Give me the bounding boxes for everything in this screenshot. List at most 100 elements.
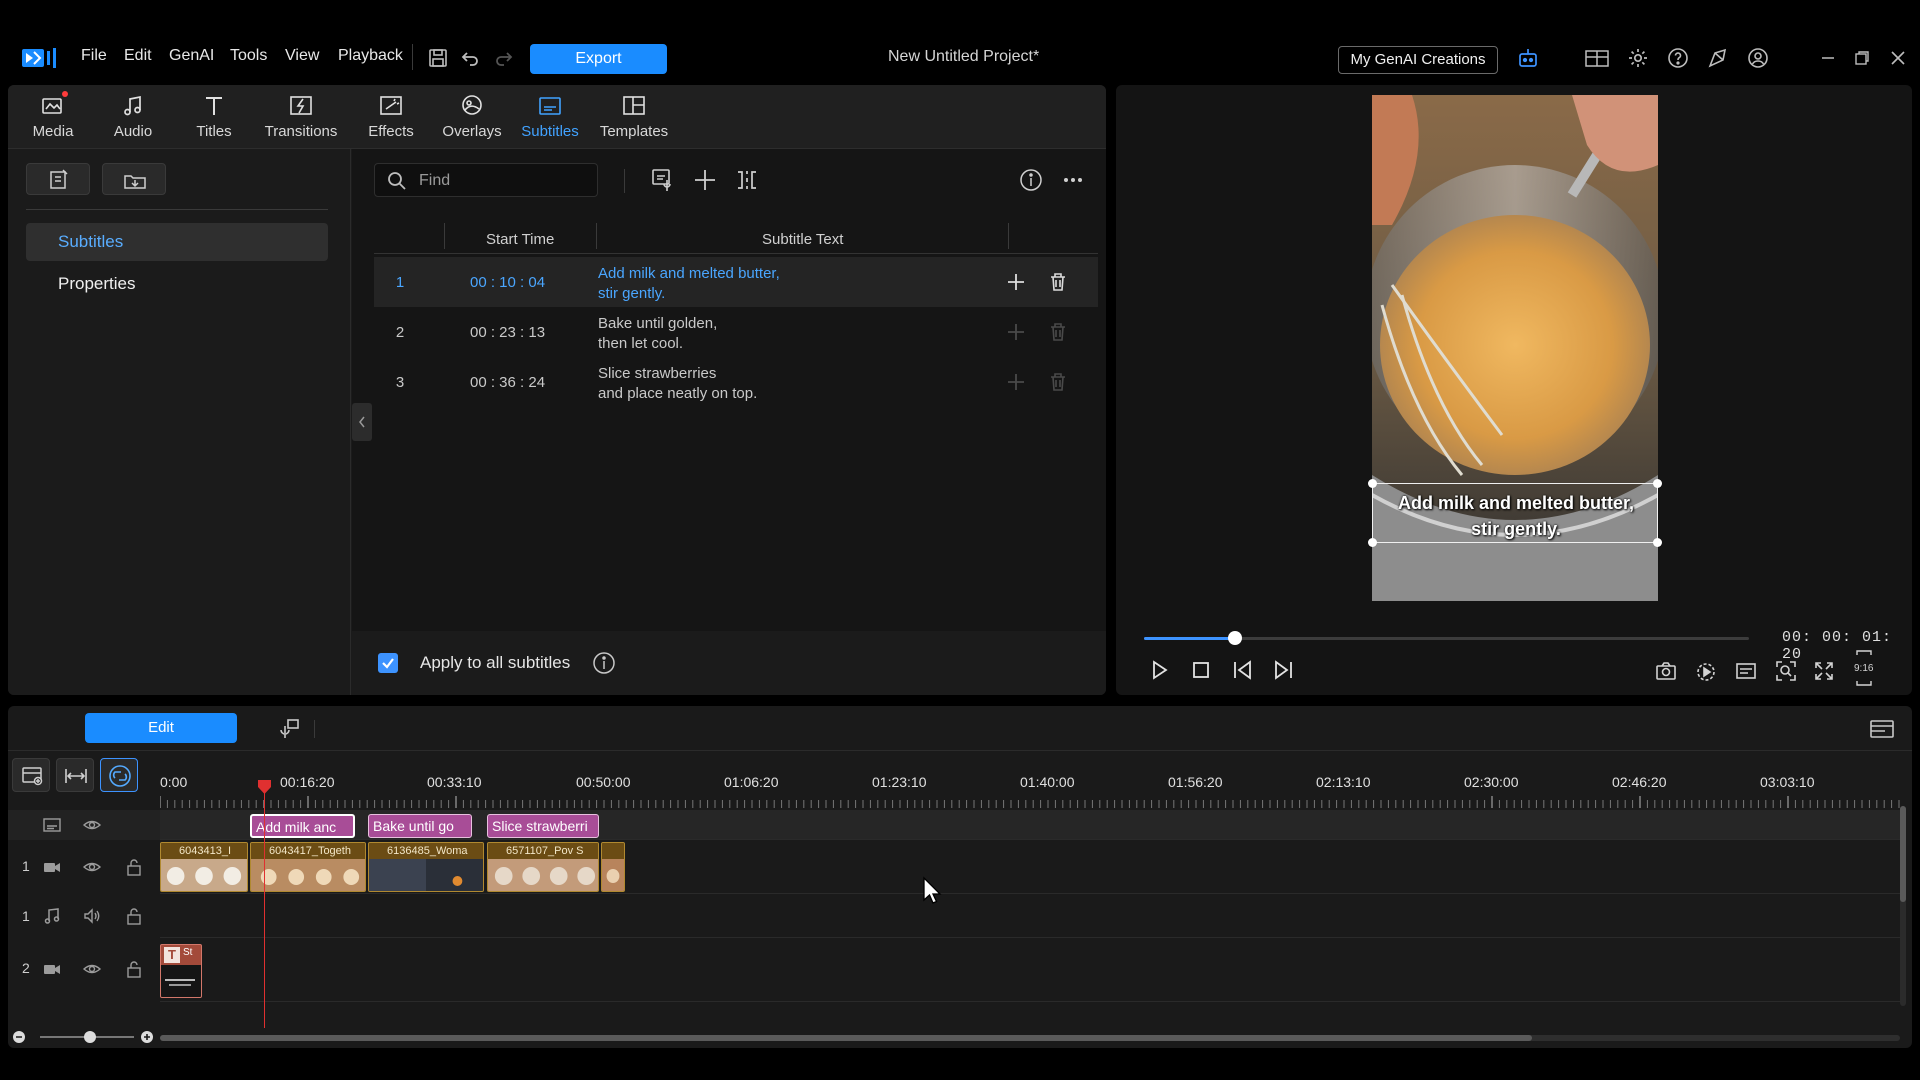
subtitle-row[interactable]: 3 00 : 36 : 24 Slice strawberries and pl…	[374, 357, 1098, 407]
aspect-ratio-icon[interactable]: 9:16	[1852, 649, 1876, 687]
help-icon[interactable]	[1666, 46, 1690, 70]
tab-overlays[interactable]: Overlays	[434, 93, 510, 145]
subtitle-overlay-box[interactable]: Add milk and melted butter, stir gently.	[1372, 483, 1658, 543]
previous-frame-icon[interactable]	[1230, 657, 1256, 683]
fit-timeline-button[interactable]	[56, 758, 94, 792]
row-subtitle-text[interactable]: Add milk and melted butter, stir gently.	[598, 264, 780, 304]
stop-icon[interactable]	[1188, 657, 1214, 683]
resize-handle[interactable]	[1368, 538, 1377, 547]
menu-file[interactable]: File	[81, 47, 107, 65]
play-icon[interactable]	[1146, 657, 1172, 683]
account-icon[interactable]	[1746, 46, 1770, 70]
menu-edit[interactable]: Edit	[124, 47, 152, 65]
zoom-fit-icon[interactable]	[1774, 659, 1798, 683]
playhead-marker[interactable]	[258, 780, 271, 794]
subtitle-row[interactable]: 2 00 : 23 : 13 Bake until golden, then l…	[374, 307, 1098, 357]
preview-quality-icon[interactable]	[1694, 659, 1718, 683]
audio-track-1[interactable]	[160, 894, 1900, 938]
subtitle-clip[interactable]: Add milk anc	[250, 814, 355, 838]
voiceover-icon[interactable]	[276, 716, 302, 742]
resize-handle[interactable]	[1368, 479, 1377, 488]
video-clip[interactable]: 6043417_Togeth	[250, 842, 366, 892]
tab-templates[interactable]: Templates	[594, 93, 674, 145]
apply-all-checkbox[interactable]	[378, 653, 398, 673]
timeline-settings-icon[interactable]	[1868, 716, 1896, 742]
tab-effects[interactable]: Effects	[356, 93, 426, 145]
next-frame-icon[interactable]	[1270, 657, 1296, 683]
edit-mode-button[interactable]: Edit	[85, 713, 237, 743]
row-start-time[interactable]: 00 : 10 : 04	[470, 274, 545, 291]
subtitle-row[interactable]: 1 00 : 10 : 04 Add milk and melted butte…	[374, 257, 1098, 307]
track-manager-button[interactable]	[12, 758, 50, 792]
magnetic-link-button[interactable]	[100, 758, 138, 792]
fullscreen-icon[interactable]	[1812, 659, 1836, 683]
info-icon[interactable]	[592, 651, 616, 675]
snapshot-camera-icon[interactable]	[1654, 659, 1678, 683]
column-header-start-time[interactable]: Start Time	[486, 231, 554, 248]
resize-handle[interactable]	[1653, 538, 1662, 547]
ai-assistant-icon[interactable]	[1516, 46, 1540, 70]
save-icon[interactable]	[426, 46, 450, 70]
preview-scrubber[interactable]	[1144, 631, 1749, 645]
zoom-in-icon[interactable]	[140, 1030, 154, 1044]
my-genai-creations-button[interactable]: My GenAI Creations	[1338, 46, 1498, 74]
column-header-subtitle-text[interactable]: Subtitle Text	[762, 231, 843, 248]
add-icon[interactable]	[1004, 320, 1028, 344]
feedback-icon[interactable]	[1706, 46, 1730, 70]
row-subtitle-text[interactable]: Slice strawberries and place neatly on t…	[598, 364, 757, 404]
speaker-icon[interactable]	[82, 906, 102, 926]
trash-icon[interactable]	[1046, 320, 1070, 344]
layout-icon[interactable]	[1584, 46, 1609, 70]
nav-properties[interactable]: Properties	[26, 265, 328, 303]
tab-media[interactable]: Media	[18, 91, 88, 145]
undo-icon[interactable]	[458, 46, 482, 70]
export-button[interactable]: Export	[530, 44, 667, 74]
find-box[interactable]	[374, 163, 598, 197]
zoom-slider-knob[interactable]	[84, 1031, 96, 1043]
row-start-time[interactable]: 00 : 36 : 24	[470, 374, 545, 391]
eye-icon[interactable]	[82, 959, 102, 979]
export-subtitle-button[interactable]	[102, 163, 166, 195]
timeline-ruler[interactable]	[160, 796, 1900, 808]
menu-view[interactable]: View	[285, 47, 319, 65]
scrubber-knob[interactable]	[1227, 631, 1242, 645]
tab-subtitles[interactable]: Subtitles	[512, 93, 588, 145]
gear-icon[interactable]	[1626, 46, 1650, 70]
add-icon[interactable]	[1004, 370, 1028, 394]
unlock-icon[interactable]	[124, 906, 144, 926]
menu-playback[interactable]: Playback	[338, 47, 403, 65]
restore-icon[interactable]	[1850, 46, 1874, 70]
info-icon[interactable]	[1018, 167, 1044, 193]
add-icon[interactable]	[1004, 270, 1028, 294]
scrollbar-thumb[interactable]	[160, 1035, 1532, 1041]
add-subtitle-icon[interactable]	[692, 167, 718, 193]
nav-subtitles[interactable]: Subtitles	[26, 223, 328, 261]
vertical-scrollbar[interactable]	[1900, 806, 1906, 1006]
video-clip[interactable]: 6043413_I	[160, 842, 248, 892]
trash-icon[interactable]	[1046, 270, 1070, 294]
tab-audio[interactable]: Audio	[98, 93, 168, 145]
redo-icon[interactable]	[492, 46, 516, 70]
menu-genai[interactable]: GenAI	[169, 47, 214, 65]
subtitle-clip[interactable]: Slice strawberri	[487, 814, 599, 838]
collapse-panel-handle[interactable]	[352, 403, 372, 441]
tab-transitions[interactable]: Transitions	[256, 93, 346, 145]
minimize-icon[interactable]	[1816, 46, 1840, 70]
row-start-time[interactable]: 00 : 23 : 13	[470, 324, 545, 341]
split-subtitle-icon[interactable]	[734, 167, 760, 193]
import-subtitle-button[interactable]	[26, 163, 90, 195]
search-input[interactable]	[419, 170, 589, 192]
video-clip[interactable]	[601, 842, 625, 892]
subtitle-clip[interactable]: Bake until go	[368, 814, 472, 838]
eye-icon[interactable]	[82, 815, 102, 835]
unlock-icon[interactable]	[124, 857, 144, 877]
eye-icon[interactable]	[82, 857, 102, 877]
title-clip[interactable]: T St	[160, 944, 202, 998]
row-subtitle-text[interactable]: Bake until golden, then let cool.	[598, 314, 717, 354]
zoom-out-icon[interactable]	[12, 1030, 26, 1044]
video-clip[interactable]: 6136485_Woma	[368, 842, 484, 892]
tab-titles[interactable]: Titles	[180, 93, 248, 145]
resize-handle[interactable]	[1653, 479, 1662, 488]
more-icon[interactable]	[1060, 167, 1086, 193]
menu-tools[interactable]: Tools	[230, 47, 267, 65]
